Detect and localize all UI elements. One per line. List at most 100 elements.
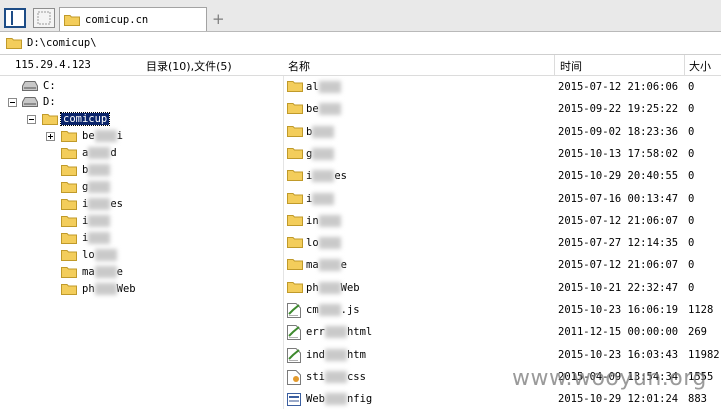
expand-toggle[interactable] [46, 132, 55, 141]
tree-drive-c[interactable]: C: [22, 78, 56, 94]
add-tab-button[interactable]: + [212, 10, 225, 28]
tree-label: lo [82, 249, 117, 261]
file-icon [287, 347, 301, 366]
file-size: 0 [688, 125, 695, 138]
name-visible-start: lo [306, 237, 319, 250]
tree-item[interactable]: i es [61, 196, 123, 212]
tree-item[interactable]: ph Web [61, 281, 136, 297]
file-time: 2015-09-22 19:25:22 [558, 103, 679, 116]
file-row[interactable]: cm .js 2015-10-23 16:06:19 1128 [284, 299, 721, 321]
file-name: lo [306, 237, 341, 250]
tree-item[interactable]: ad [61, 145, 117, 161]
name-visible-start: ma [306, 259, 319, 272]
column-size[interactable]: 大小 [689, 58, 711, 74]
file-name: i [306, 192, 335, 205]
file-time: 2015-10-21 22:32:47 [558, 281, 679, 294]
redacted-text [312, 147, 335, 160]
file-time: 2015-07-12 21:06:06 [558, 81, 679, 93]
name-visible-end: .js [340, 304, 360, 316]
name-visible-end: d [110, 147, 117, 159]
file-row[interactable]: in 2015-07-12 21:06:07 0 [284, 210, 721, 232]
tree-label: D: [43, 96, 56, 108]
folder-icon [61, 198, 77, 210]
folder-icon [61, 181, 77, 193]
file-icon [287, 236, 303, 251]
folder-icon [287, 125, 303, 137]
redacted-text [312, 192, 335, 205]
file-size: 0 [688, 103, 695, 116]
file-name: ind htm [306, 348, 366, 361]
folder-icon [42, 113, 58, 125]
file-row[interactable]: ph Web 2015-10-21 22:32:47 0 [284, 277, 721, 299]
file-row[interactable]: al 2015-07-12 21:06:06 0 [284, 76, 721, 98]
stylesheet-file-icon [287, 369, 301, 385]
file-row[interactable]: ind htm 2015-10-23 16:03:43 11982 [284, 344, 721, 366]
file-row[interactable]: i 2015-07-16 00:13:47 0 [284, 188, 721, 210]
file-row[interactable]: ma e 2015-07-12 21:06:07 0 [284, 254, 721, 276]
collapse-toggle[interactable] [27, 115, 36, 124]
file-time: 2015-09-02 18:23:36 [558, 125, 679, 138]
file-icon [287, 258, 303, 273]
name-visible-start: ph [82, 283, 95, 295]
tree-item[interactable]: b [61, 162, 111, 178]
collapse-toggle[interactable] [8, 98, 17, 107]
tree-label: C: [43, 80, 56, 92]
redacted-text [94, 130, 117, 142]
column-name[interactable]: 名称 [288, 58, 310, 74]
tree-item[interactable]: ma e [61, 264, 123, 280]
redacted-text [94, 283, 117, 295]
file-time: 2015-07-16 00:13:47 [558, 192, 679, 205]
folder-icon [287, 258, 303, 271]
script-file-icon [287, 303, 301, 318]
tree-label: comicup [59, 112, 111, 126]
name-visible-end: css [346, 370, 366, 383]
tab-comicup[interactable]: comicup.cn [59, 7, 207, 31]
item-counts: 目录(10),文件(5) [146, 60, 232, 73]
redacted-text [324, 326, 347, 339]
file-name: ma e [306, 259, 347, 272]
name-visible-end: Web [116, 283, 136, 295]
name-visible-start: Web [306, 393, 325, 406]
file-icon [287, 214, 303, 229]
folder-icon [61, 232, 77, 244]
file-icon [287, 281, 303, 296]
file-time: 2015-10-13 17:58:02 [558, 147, 679, 160]
name-visible-start: in [306, 214, 319, 227]
tree-label: g [82, 181, 111, 193]
file-row[interactable]: lo 2015-07-27 12:14:35 0 [284, 232, 721, 254]
tree-label: i [82, 215, 111, 227]
redacted-text [312, 125, 335, 138]
name-visible-end: e [116, 266, 123, 278]
redacted-text [318, 214, 341, 227]
panel-toggle-button[interactable] [4, 8, 26, 28]
tree-label: ma e [82, 266, 123, 278]
file-name: b [306, 125, 335, 138]
folder-icon [61, 266, 77, 278]
file-icon [287, 369, 301, 388]
name-visible-end: es [334, 170, 347, 183]
file-size: 0 [688, 81, 695, 93]
file-time: 2015-07-27 12:14:35 [558, 237, 679, 250]
tree-item[interactable]: be i [61, 128, 123, 144]
tree-item-selected[interactable]: comicup [42, 111, 111, 127]
tree-item[interactable]: i [61, 230, 111, 246]
tab-bar: comicup.cn + [0, 0, 721, 32]
file-row[interactable]: err html 2011-12-15 00:00:00 269 [284, 321, 721, 343]
layout-button[interactable] [33, 8, 55, 28]
file-row[interactable]: b 2015-09-02 18:23:36 0 [284, 121, 721, 143]
tree-drive-d[interactable]: D: [22, 94, 56, 110]
redacted-text [318, 281, 341, 294]
file-row[interactable]: i es 2015-10-29 20:40:55 0 [284, 165, 721, 187]
tree-item[interactable]: g [61, 179, 111, 195]
file-row[interactable]: be 2015-09-22 19:25:22 0 [284, 98, 721, 120]
file-row[interactable]: g 2015-10-13 17:58:02 0 [284, 143, 721, 165]
address-bar[interactable]: D:\comicup\ [0, 32, 721, 55]
column-time[interactable]: 时间 [560, 58, 582, 74]
tree-label: i [82, 232, 111, 244]
tree-item[interactable]: lo [61, 247, 117, 263]
tree-item[interactable]: i [61, 213, 111, 229]
file-icon [287, 147, 303, 162]
folder-icon [61, 130, 77, 142]
file-row[interactable]: Web nfig 2015-10-29 12:01:24 883 [284, 388, 721, 410]
tree-label: i es [82, 198, 123, 210]
